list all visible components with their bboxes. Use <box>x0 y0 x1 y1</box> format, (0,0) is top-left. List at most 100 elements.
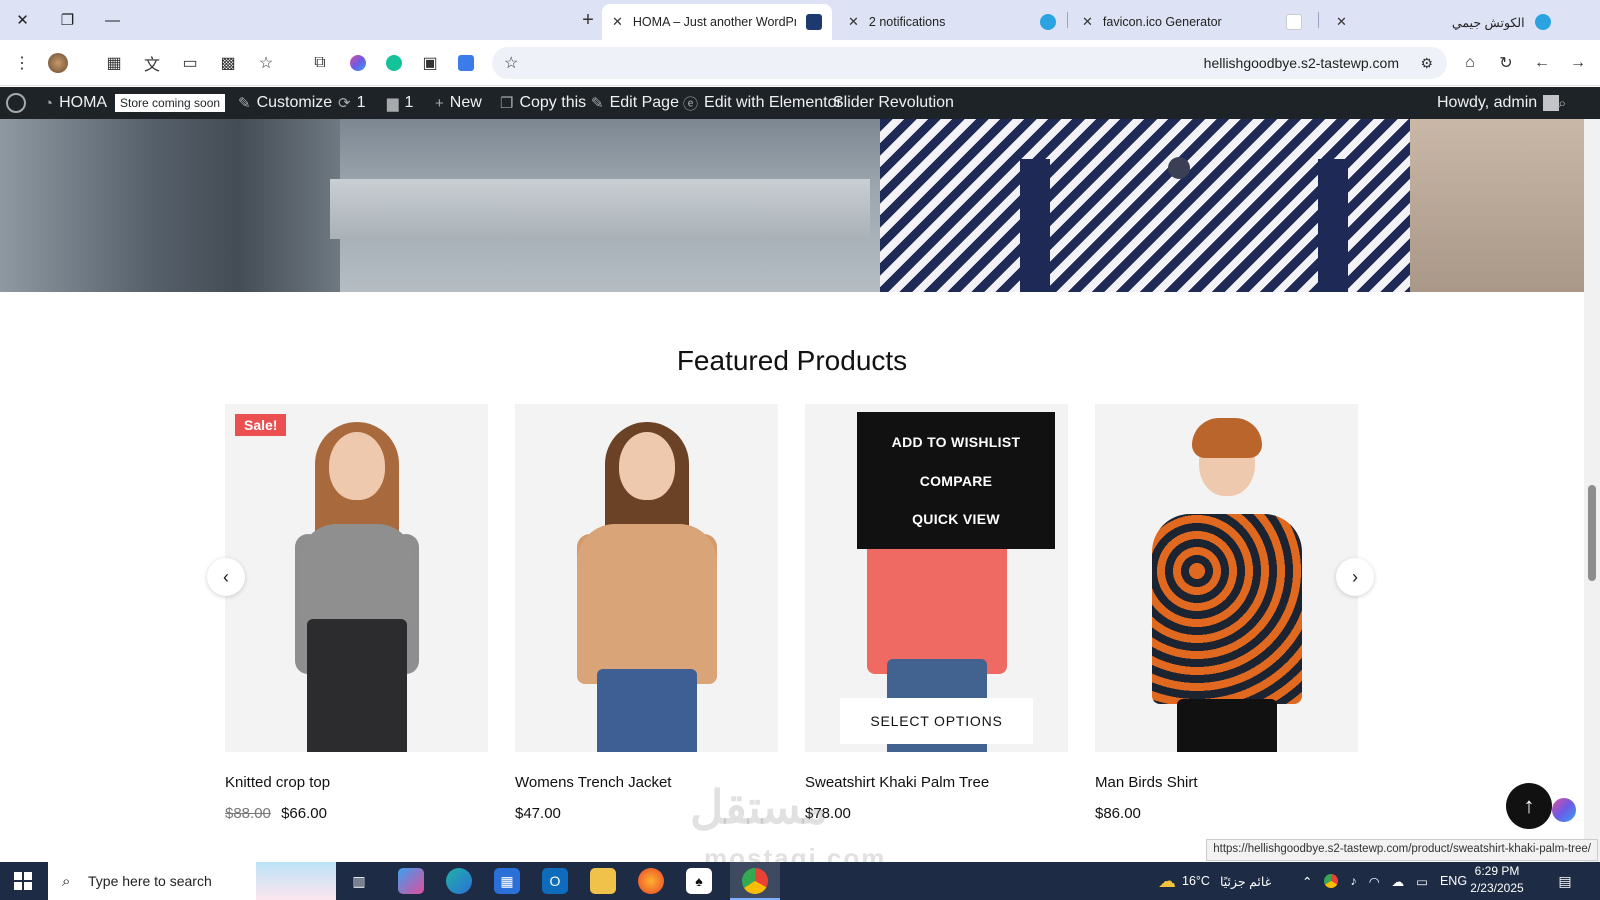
tab-favicon-generator[interactable]: ✕ favicon.ico Generator <box>1072 4 1312 40</box>
close-icon[interactable]: ✕ <box>612 14 623 30</box>
tab-separator <box>1318 12 1319 28</box>
wifi-icon[interactable]: ◠ <box>1369 874 1380 889</box>
compare-button[interactable]: COMPARE <box>920 473 993 489</box>
scrollbar-thumb[interactable] <box>1588 485 1596 581</box>
home-icon[interactable]: ⌂ <box>1458 51 1482 75</box>
wp-slider-revolution[interactable]: Slider Revolution <box>833 87 954 119</box>
wp-edit-page[interactable]: ✎ Edit Page <box>591 87 679 119</box>
wp-new[interactable]: + New <box>435 87 482 119</box>
grammarly-icon[interactable] <box>382 51 406 75</box>
product-card[interactable]: Womens Trench Jacket $47.00 <box>515 404 778 822</box>
window-close-button[interactable]: ✕ <box>0 0 45 40</box>
wp-copy-this[interactable]: ❐ Copy this <box>500 87 586 119</box>
product-card[interactable]: Sale! Knitted crop top $88.00 $66.00 <box>225 404 488 822</box>
search-icon[interactable]: ⌕ <box>1558 87 1566 119</box>
copilot-floating-icon[interactable] <box>1552 798 1576 822</box>
new-label: New <box>449 94 482 111</box>
hero-road <box>330 179 870 239</box>
hero-wall <box>1410 119 1584 292</box>
store-badge-label: Store coming soon <box>115 94 226 112</box>
forward-icon[interactable]: → <box>1566 51 1590 75</box>
copilot-icon[interactable] <box>398 868 424 894</box>
outlook-icon[interactable]: O <box>542 868 568 894</box>
page-scrollbar[interactable] <box>1584 119 1600 862</box>
store-icon[interactable]: ▦ <box>494 868 520 894</box>
product-image[interactable] <box>515 404 778 752</box>
window-minimize-button[interactable]: — <box>90 0 135 40</box>
firefox-icon[interactable] <box>638 868 664 894</box>
product-name[interactable]: Man Birds Shirt <box>1095 774 1358 791</box>
edge-icon[interactable] <box>446 868 472 894</box>
solitaire-icon[interactable]: ♠ <box>686 868 712 894</box>
quick-view-button[interactable]: QUICK VIEW <box>912 511 1000 527</box>
translate-ext-icon[interactable] <box>454 51 478 75</box>
translate-icon[interactable]: 文 <box>140 51 164 75</box>
wp-account[interactable]: Howdy, admin <box>1437 87 1560 119</box>
windows-start-icon[interactable] <box>14 872 32 890</box>
address-bar[interactable]: ☆ hellishgoodbye.s2-tastewp.com ⚙ <box>492 47 1447 79</box>
site-settings-icon[interactable]: ⚙ <box>1420 55 1433 72</box>
scroll-to-top-button[interactable]: ↑ <box>1506 783 1552 829</box>
bookmark-star-icon[interactable]: ☆ <box>504 53 518 73</box>
battery-icon[interactable]: ▭ <box>1416 874 1428 889</box>
menu-dots-icon[interactable]: ⋮ <box>10 51 34 75</box>
section-title: Featured Products <box>676 345 908 376</box>
clock-time: 6:29 PM <box>1474 864 1520 878</box>
updates-icon: ⟳ <box>338 95 351 112</box>
wordpress-logo-icon[interactable] <box>6 87 26 119</box>
tab-homa[interactable]: ✕ HOMA – Just another WordPress <box>602 4 832 40</box>
product-name[interactable]: Sweatshirt Khaki Palm Tree <box>805 774 1068 791</box>
wp-site-name[interactable]: ◔ HOMA <box>44 87 107 119</box>
product-image[interactable] <box>1095 404 1358 752</box>
tab-separator <box>1067 12 1068 28</box>
search-placeholder: Type here to search <box>88 873 212 889</box>
chrome-icon[interactable] <box>742 868 768 894</box>
back-icon[interactable]: ← <box>1530 51 1554 75</box>
profile-avatar-icon[interactable] <box>46 51 70 75</box>
wp-edit-elementor[interactable]: ⓔ Edit with Elementor <box>683 87 842 119</box>
carousel-prev-button[interactable]: ‹ <box>207 558 245 596</box>
product-image[interactable]: Sale! <box>225 404 488 752</box>
hero-lamp-post <box>0 119 340 292</box>
wp-customize[interactable]: ✎ Customize <box>238 87 332 119</box>
weather-widget[interactable]: ☁ 16°C غائم جزئيًا <box>1158 862 1271 900</box>
close-icon[interactable]: ✕ <box>1336 14 1347 30</box>
task-view-icon[interactable]: ▥ <box>346 868 372 894</box>
hero-coat-button <box>1168 157 1190 179</box>
product-card[interactable]: Man Birds Shirt $86.00 <box>1095 404 1358 822</box>
store-coming-soon-badge[interactable]: Store coming soon <box>115 87 226 119</box>
select-options-button[interactable]: SELECT OPTIONS <box>840 698 1033 744</box>
taskbar-search[interactable]: ⌕ Type here to search <box>48 862 336 900</box>
chevron-up-icon[interactable]: ⌃ <box>1302 874 1312 889</box>
close-icon[interactable]: ✕ <box>848 14 859 30</box>
reload-icon[interactable]: ↻ <box>1494 51 1518 75</box>
wp-updates[interactable]: ⟳ 1 <box>338 87 365 119</box>
current-price: $47.00 <box>515 805 561 822</box>
new-tab-button[interactable]: + <box>576 8 600 32</box>
bookmark-star-icon[interactable]: ☆ <box>254 51 278 75</box>
notifications-icon[interactable]: ▤ <box>1552 868 1578 894</box>
taskbar-clock[interactable]: 6:29 PM 2/23/2025 <box>1462 863 1532 897</box>
onedrive-icon[interactable]: ☁ <box>1392 874 1405 889</box>
tab-notifications[interactable]: ✕ 2 notifications <box>838 4 1066 40</box>
qr-icon[interactable]: ▩ <box>216 51 240 75</box>
copilot-icon[interactable] <box>346 51 370 75</box>
window-restore-button[interactable]: ❐ <box>45 0 90 40</box>
wp-comments[interactable]: ▆ 1 <box>387 87 413 119</box>
add-to-wishlist-button[interactable]: ADD TO WISHLIST <box>892 434 1021 450</box>
table-icon[interactable]: ▦ <box>102 51 126 75</box>
close-icon[interactable]: ✕ <box>1082 14 1093 30</box>
volume-icon[interactable]: ♪ <box>1350 874 1356 888</box>
devices-icon[interactable]: ▭ <box>178 51 202 75</box>
extensions-icon[interactable]: ⧉ <box>308 51 332 75</box>
file-explorer-icon[interactable] <box>590 868 616 894</box>
product-name[interactable]: Knitted crop top <box>225 774 488 791</box>
copy-icon: ❐ <box>500 95 514 112</box>
product-figure <box>1127 414 1327 752</box>
chrome-tray-icon[interactable] <box>1324 874 1339 888</box>
tab-coach[interactable]: ✕ الكوتش جيمي <box>1326 4 1556 40</box>
image-ext-icon[interactable]: ▣ <box>418 51 442 75</box>
carousel-next-button[interactable]: › <box>1336 558 1374 596</box>
product-figure <box>547 414 747 752</box>
site-name-label: HOMA <box>59 94 108 111</box>
